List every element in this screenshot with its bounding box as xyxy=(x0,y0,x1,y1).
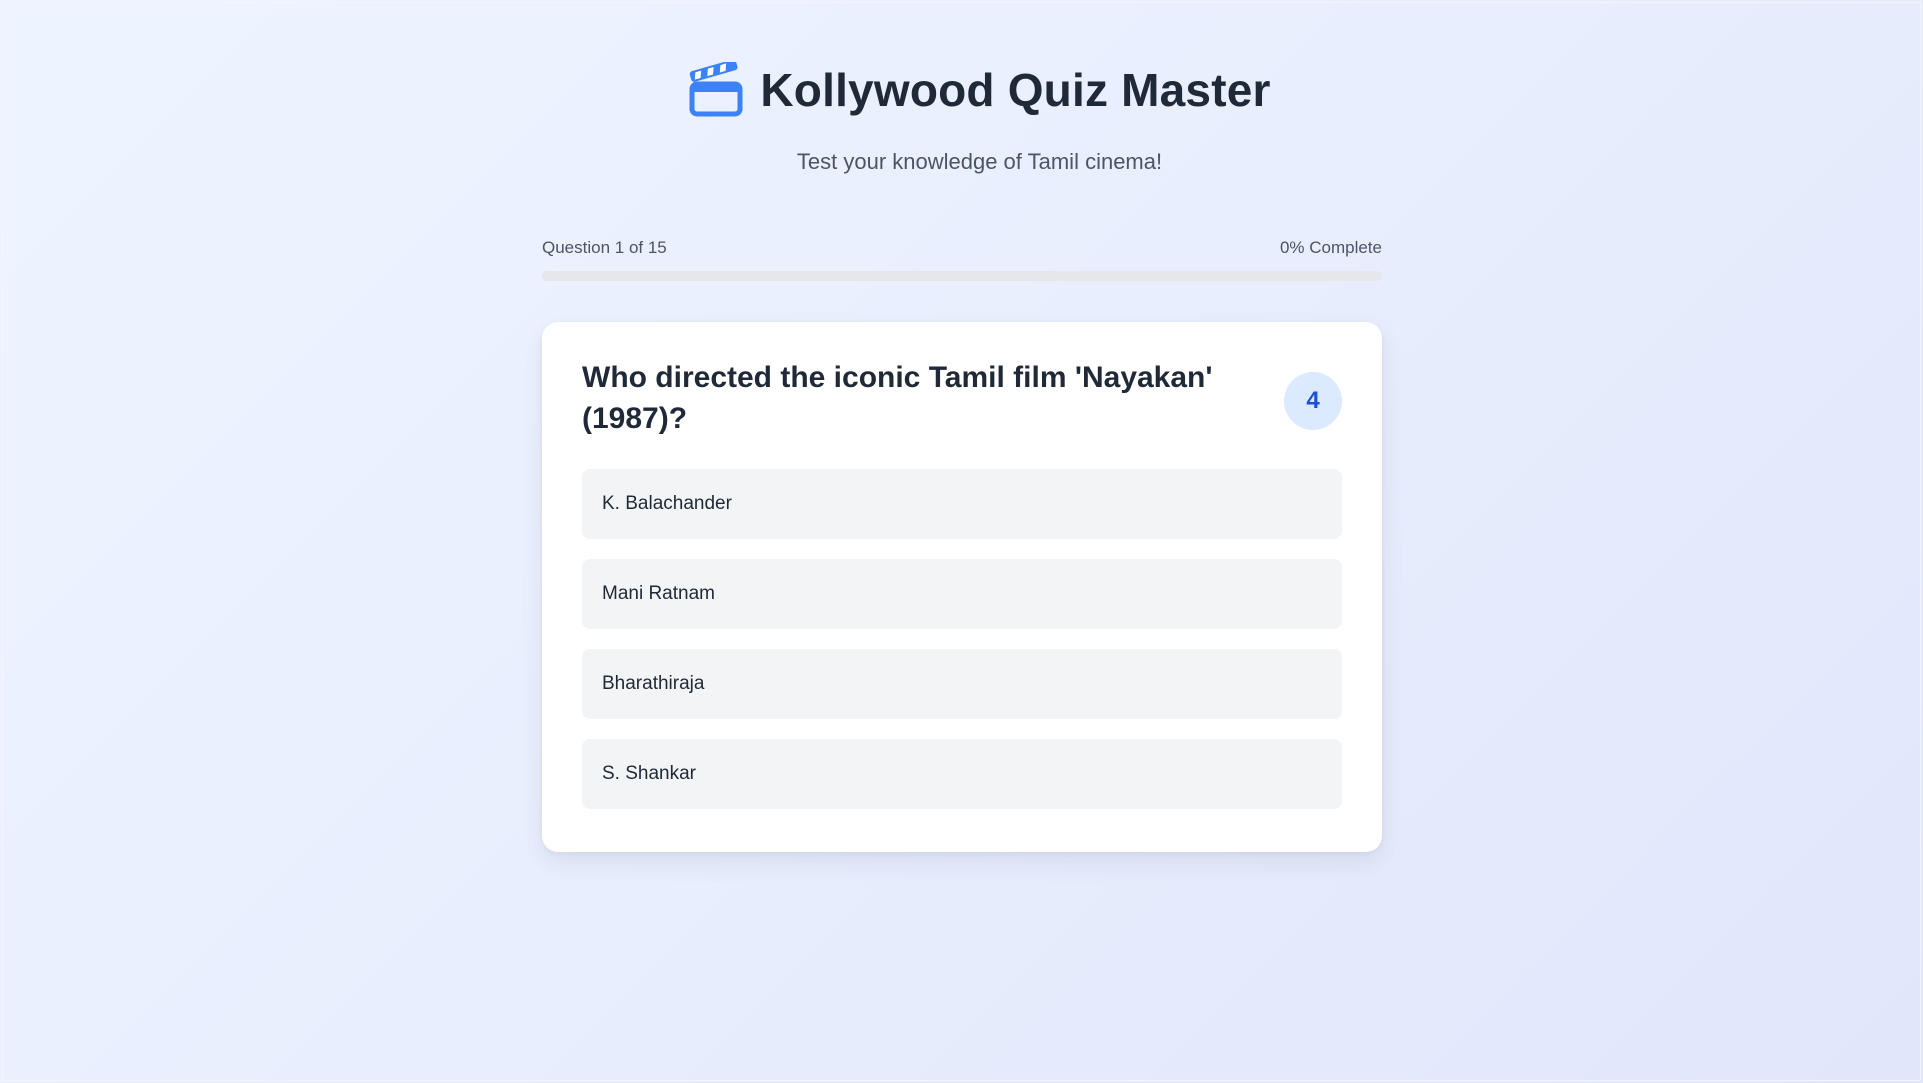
answer-options: K. Balachander Mani Ratnam Bharathiraja … xyxy=(582,469,1342,809)
points-badge: 4 xyxy=(1284,372,1342,430)
app-title: Kollywood Quiz Master xyxy=(760,64,1271,116)
progress-percent-label: 0% Complete xyxy=(1279,238,1382,257)
progress-section: Question 1 of 15 0% Complete xyxy=(542,238,1382,281)
question-header: Who directed the iconic Tamil film 'Naya… xyxy=(582,361,1342,439)
answer-option[interactable]: Bharathiraja xyxy=(582,649,1342,719)
question-counter: Question 1 of 15 xyxy=(542,238,667,257)
clapperboard-icon xyxy=(688,59,744,118)
question-card: Who directed the iconic Tamil film 'Naya… xyxy=(542,322,1382,852)
answer-option[interactable]: S. Shankar xyxy=(582,739,1342,809)
app-subtitle: Test your knowledge of Tamil cinema! xyxy=(796,149,1163,174)
progress-bar xyxy=(542,271,1382,281)
title-row: Kollywood Quiz Master xyxy=(688,59,1271,118)
answer-option[interactable]: K. Balachander xyxy=(582,469,1342,539)
answer-option[interactable]: Mani Ratnam xyxy=(582,559,1342,629)
progress-labels: Question 1 of 15 0% Complete xyxy=(542,238,1382,258)
question-text: Who directed the iconic Tamil film 'Naya… xyxy=(582,361,1213,435)
header: Kollywood Quiz Master Test your knowledg… xyxy=(0,59,1923,175)
